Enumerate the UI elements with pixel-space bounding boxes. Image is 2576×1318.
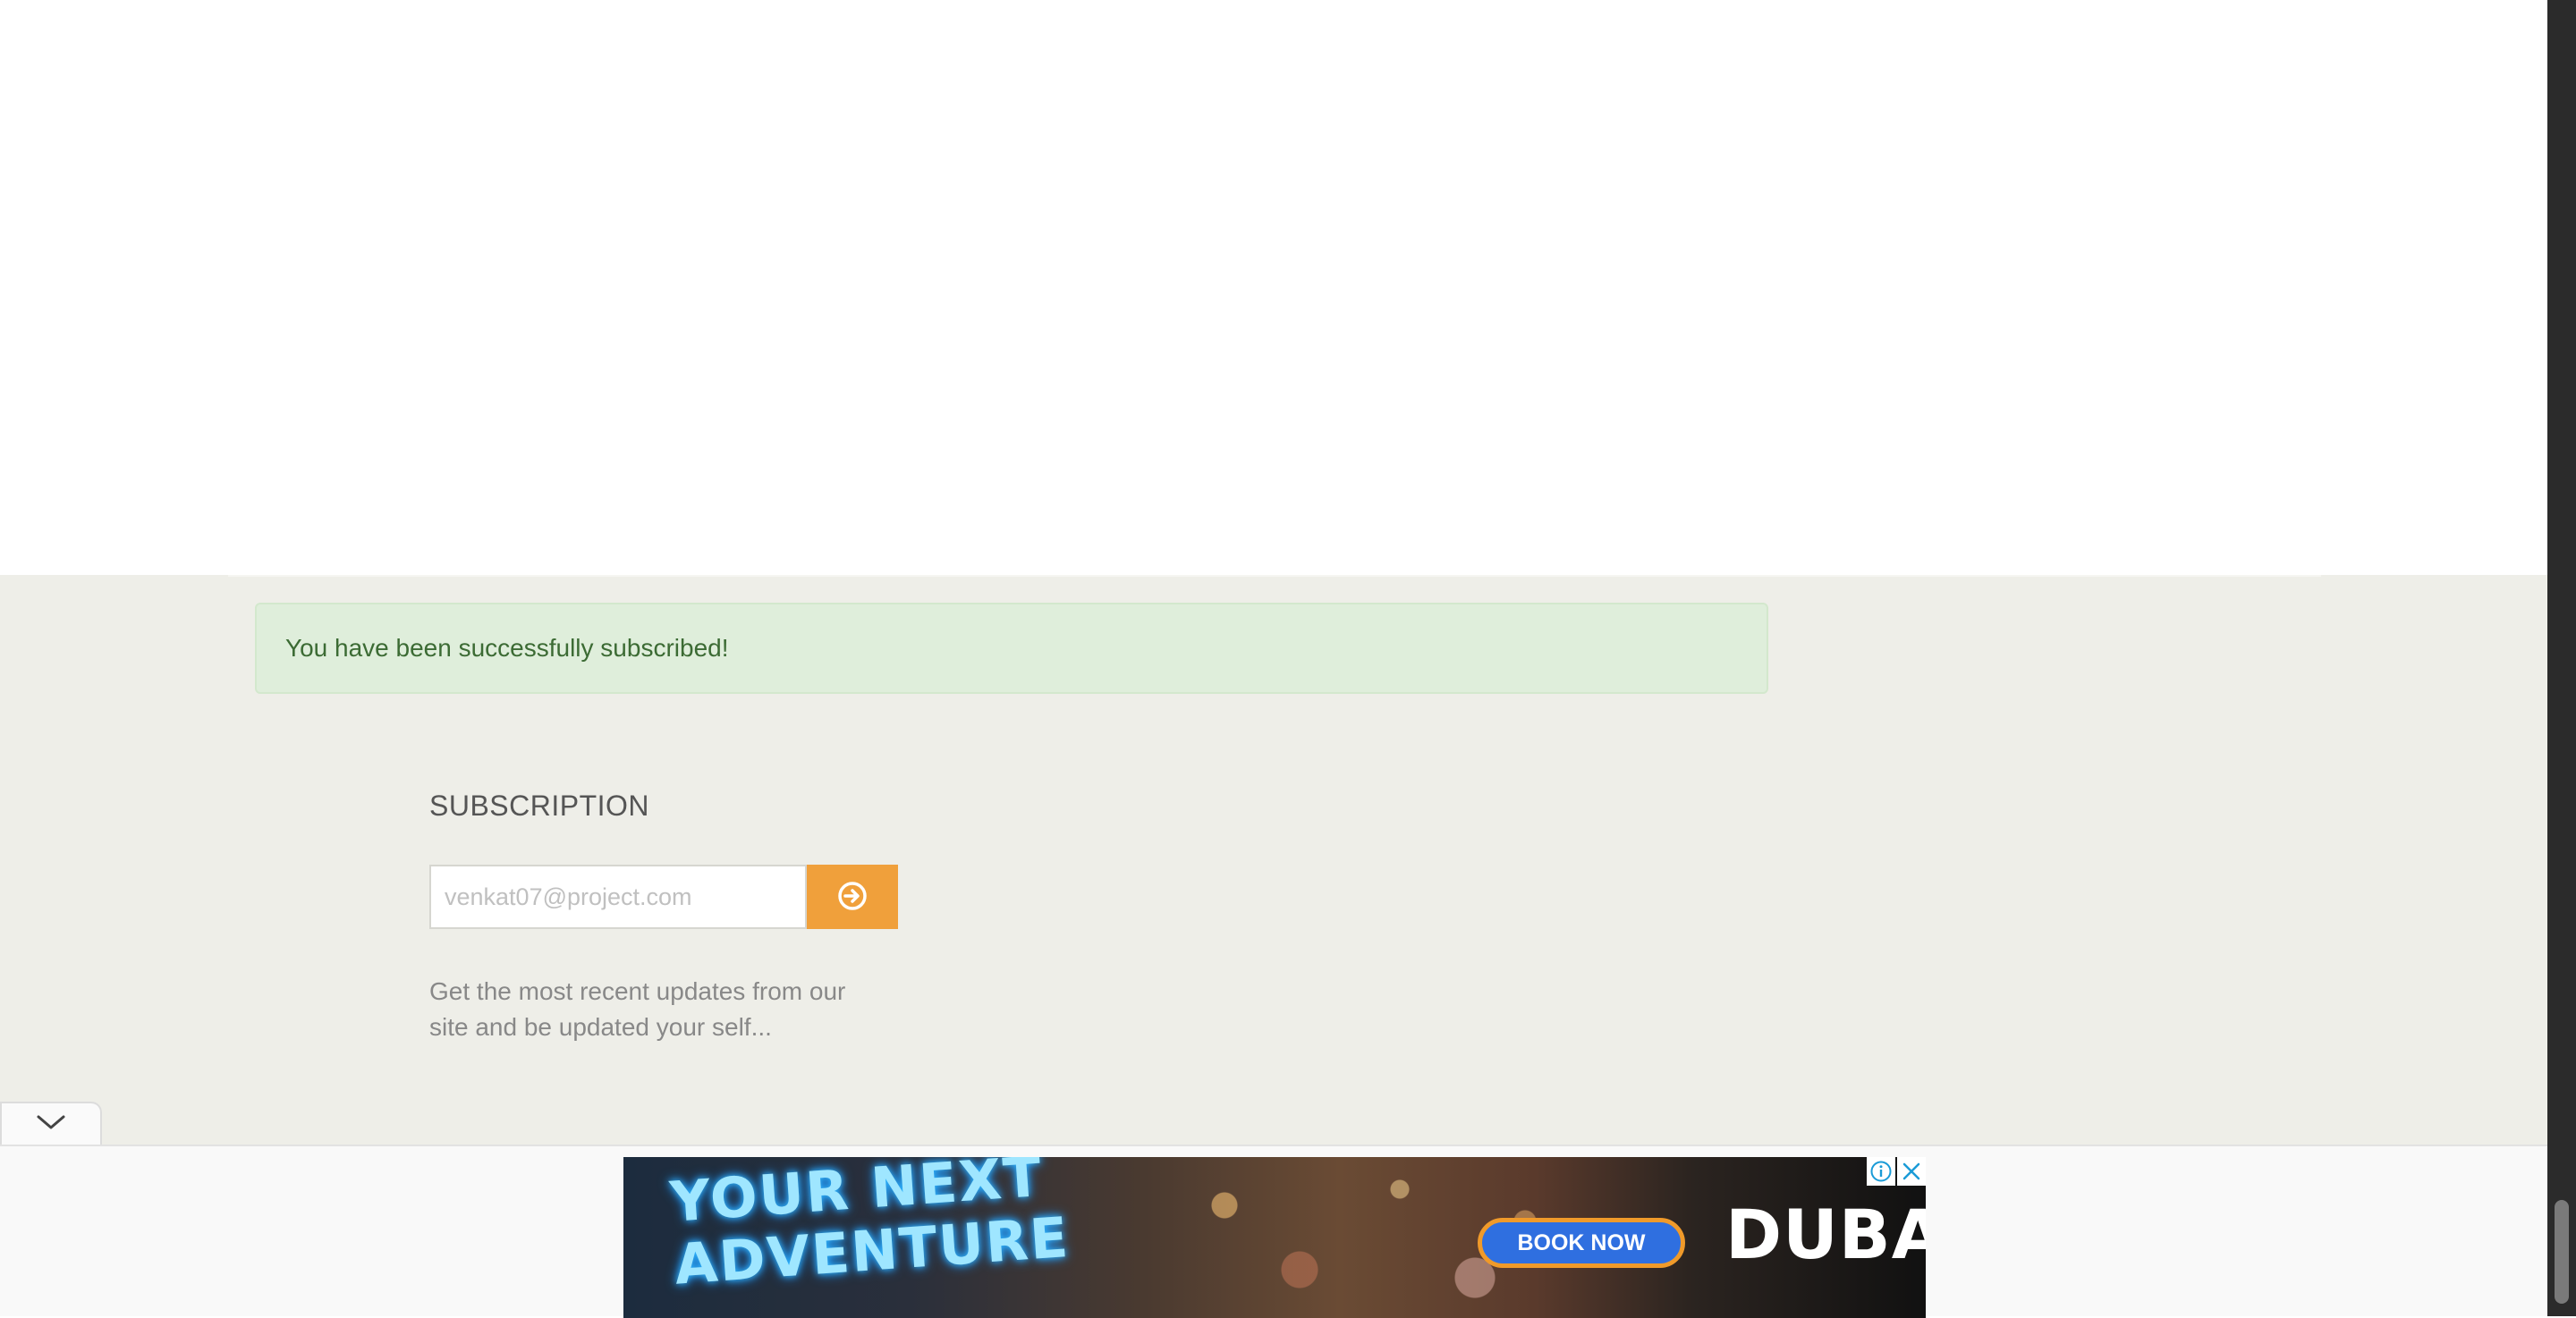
subscription-submit-button[interactable]	[807, 865, 898, 929]
ad-banner[interactable]: YOUR NEXT ADVENTURE BOOK NOW DUBAI	[623, 1157, 1926, 1318]
ad-bar: YOUR NEXT ADVENTURE BOOK NOW DUBAI	[0, 1145, 2547, 1318]
footer-divider	[228, 575, 2321, 577]
subscription-description: Get the most recent updates from our sit…	[429, 977, 846, 1041]
ad-book-now-button[interactable]: BOOK NOW	[1478, 1218, 1685, 1268]
close-icon[interactable]	[1897, 1157, 1926, 1186]
subscription-title: SUBSCRIPTION	[429, 790, 650, 822]
footer: You have been successfully subscribed! S…	[0, 575, 2547, 1147]
info-icon[interactable]	[1867, 1157, 1895, 1186]
subscription-form	[429, 865, 898, 929]
arrow-circle-right-icon	[836, 880, 869, 915]
ad-collapse-tab[interactable]	[0, 1102, 102, 1145]
subscription-email-input[interactable]	[429, 865, 807, 929]
vertical-scrollbar[interactable]	[2547, 0, 2576, 1316]
success-alert-message: You have been successfully subscribed!	[285, 634, 729, 662]
ad-headline: YOUR NEXT ADVENTURE	[667, 1157, 1072, 1297]
chevron-down-icon	[36, 1113, 66, 1136]
success-alert: You have been successfully subscribed!	[255, 603, 1768, 694]
page-blank-area	[0, 0, 2547, 575]
ad-brand-logo: DUBAI	[1725, 1195, 1926, 1274]
scrollbar-thumb[interactable]	[2555, 1200, 2569, 1304]
